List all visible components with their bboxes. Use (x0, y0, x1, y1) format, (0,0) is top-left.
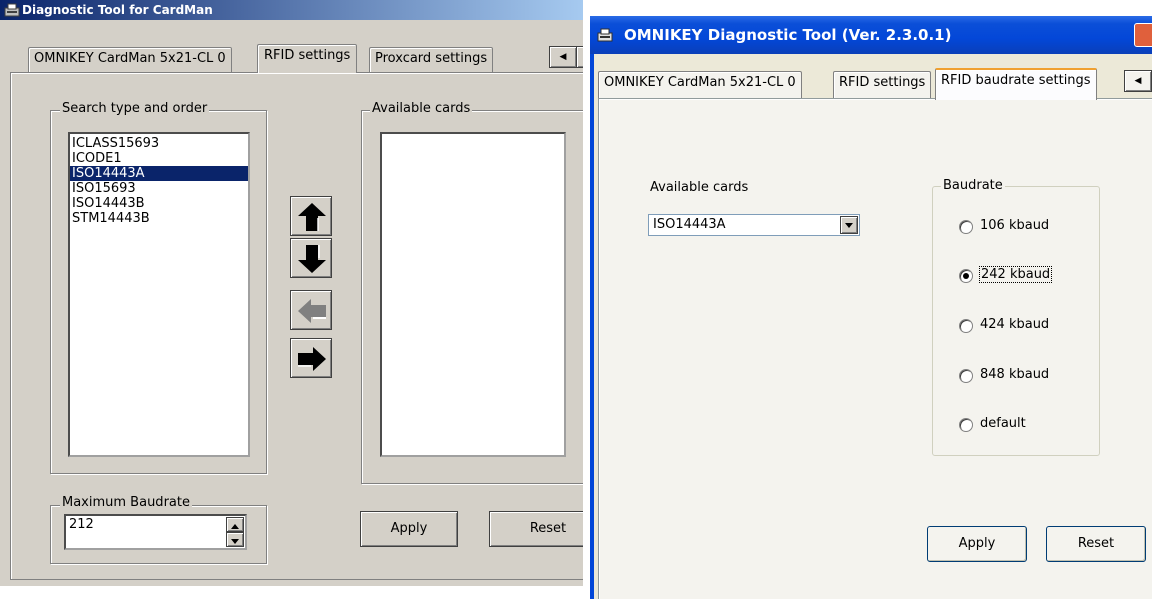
list-item[interactable]: STM14443B (70, 211, 248, 226)
spin-down-button[interactable] (226, 532, 244, 547)
spin-down-icon (231, 539, 239, 544)
right-reset-button[interactable]: Reset (1046, 526, 1146, 562)
card-reader-app-icon (4, 3, 20, 17)
available-cards-dropdown[interactable]: ISO14443A (648, 214, 860, 236)
spin-up-icon (231, 524, 239, 529)
tab-scroll-right-button[interactable] (576, 46, 583, 68)
search-order-legend: Search type and order (60, 101, 210, 116)
max-baudrate-value: 212 (69, 517, 94, 532)
dropdown-button[interactable] (840, 216, 858, 234)
tab-scroll-left-icon: ◀ (559, 52, 567, 62)
right-window: OMNIKEY Diagnostic Tool (Ver. 2.3.0.1) O… (590, 16, 1152, 599)
left-reset-button[interactable]: Reset (489, 511, 583, 547)
tab-scroll-left-button[interactable]: ◀ (1124, 70, 1152, 92)
selected-card-value: ISO14443A (653, 217, 726, 232)
tab-cardman[interactable]: OMNIKEY CardMan 5x21-CL 0 (28, 47, 232, 72)
radio-106-kbaud[interactable] (959, 220, 973, 234)
list-item[interactable]: ICODE1 (70, 151, 248, 166)
radio-default[interactable] (959, 418, 973, 432)
radio-242-kbaud[interactable] (959, 269, 973, 283)
max-baudrate-spinner-field[interactable]: 212 (64, 514, 247, 550)
available-cards-legend: Available cards (370, 101, 473, 116)
spin-up-button[interactable] (226, 517, 244, 532)
move-right-button[interactable] (290, 338, 332, 378)
search-order-list[interactable]: ICLASS15693 ICODE1 ISO14443A ISO15693 IS… (68, 132, 250, 457)
arrow-up-icon (298, 203, 326, 231)
arrow-down-icon (298, 245, 326, 273)
left-window-title: Diagnostic Tool for CardMan (22, 3, 213, 17)
card-reader-app-icon (597, 28, 613, 42)
window-left-border (590, 54, 594, 599)
available-cards-label: Available cards (650, 180, 749, 195)
left-window: Diagnostic Tool for CardMan OMNIKEY Card… (0, 0, 583, 586)
tab-rfid-baudrate-settings[interactable]: RFID baudrate settings (935, 68, 1097, 100)
baudrate-legend: Baudrate (941, 178, 1005, 193)
move-up-button[interactable] (290, 196, 332, 236)
tab-rfid-settings[interactable]: RFID settings (257, 44, 358, 73)
radio-848-kbaud[interactable] (959, 369, 973, 383)
radio-242-label: 242 kbaud (978, 266, 1053, 283)
list-item[interactable]: ISO14443B (70, 196, 248, 211)
tab-scroll-left-button[interactable]: ◀ (549, 46, 577, 68)
max-baudrate-legend: Maximum Baudrate (60, 495, 192, 510)
move-left-button[interactable] (290, 290, 332, 330)
radio-848-label: 848 kbaud (980, 367, 1050, 382)
left-apply-button[interactable]: Apply (360, 511, 458, 547)
move-down-button[interactable] (290, 238, 332, 278)
radio-106-label: 106 kbaud (980, 218, 1050, 233)
tab-proxcard-settings[interactable]: Proxcard settings (369, 47, 494, 72)
list-item[interactable]: ICLASS15693 (70, 136, 248, 151)
radio-424-kbaud[interactable] (959, 319, 973, 333)
right-title-bar: OMNIKEY Diagnostic Tool (Ver. 2.3.0.1) (590, 16, 1152, 54)
chevron-down-icon (845, 223, 853, 228)
radio-default-label: default (980, 416, 1026, 431)
list-item-selected[interactable]: ISO14443A (70, 166, 248, 181)
available-cards-list[interactable] (380, 132, 566, 457)
radio-424-label: 424 kbaud (980, 317, 1050, 332)
right-window-title: OMNIKEY Diagnostic Tool (Ver. 2.3.0.1) (624, 26, 952, 44)
left-title-bar: Diagnostic Tool for CardMan (0, 0, 583, 20)
tab-rfid-settings[interactable]: RFID settings (833, 71, 932, 98)
arrow-right-icon (298, 347, 326, 371)
tab-cardman[interactable]: OMNIKEY CardMan 5x21-CL 0 (598, 71, 802, 98)
arrow-left-icon (298, 299, 326, 323)
right-apply-button[interactable]: Apply (927, 526, 1027, 562)
close-button[interactable] (1134, 23, 1152, 47)
tab-scroll-left-icon: ◀ (1134, 76, 1142, 86)
list-item[interactable]: ISO15693 (70, 181, 248, 196)
